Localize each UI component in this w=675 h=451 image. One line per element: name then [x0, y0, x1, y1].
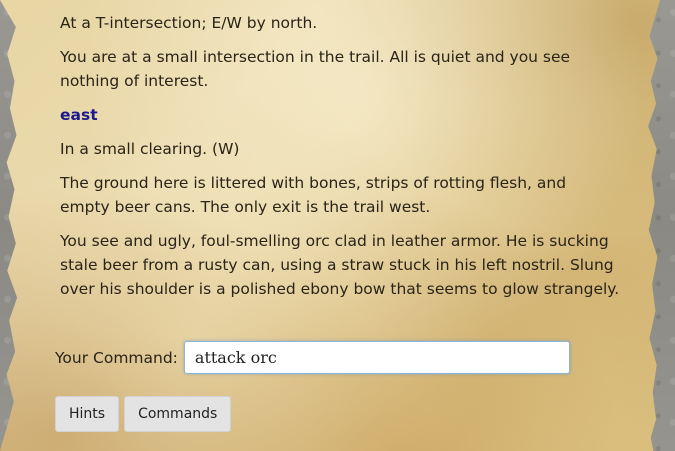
player-command-echo: east	[60, 106, 98, 124]
hints-button[interactable]: Hints	[55, 396, 120, 432]
button-row: Hints Commands	[55, 396, 232, 432]
game-screen: At a T-intersection; E/W by north. You a…	[0, 0, 675, 451]
room-title: In a small clearing. (W)	[60, 140, 240, 158]
commands-button[interactable]: Commands	[124, 396, 232, 432]
room-description: You are at a small intersection in the t…	[60, 48, 571, 90]
room-description: The ground here is littered with bones, …	[60, 174, 567, 216]
command-row: Your Command:	[55, 341, 570, 374]
monster-description: You see and ugly, foul-smelling orc clad…	[60, 232, 620, 298]
game-log: At a T-intersection; E/W by north. You a…	[60, 0, 620, 311]
room-title: At a T-intersection; E/W by north.	[60, 14, 318, 32]
command-input[interactable]	[183, 341, 570, 374]
command-label: Your Command:	[55, 348, 178, 367]
